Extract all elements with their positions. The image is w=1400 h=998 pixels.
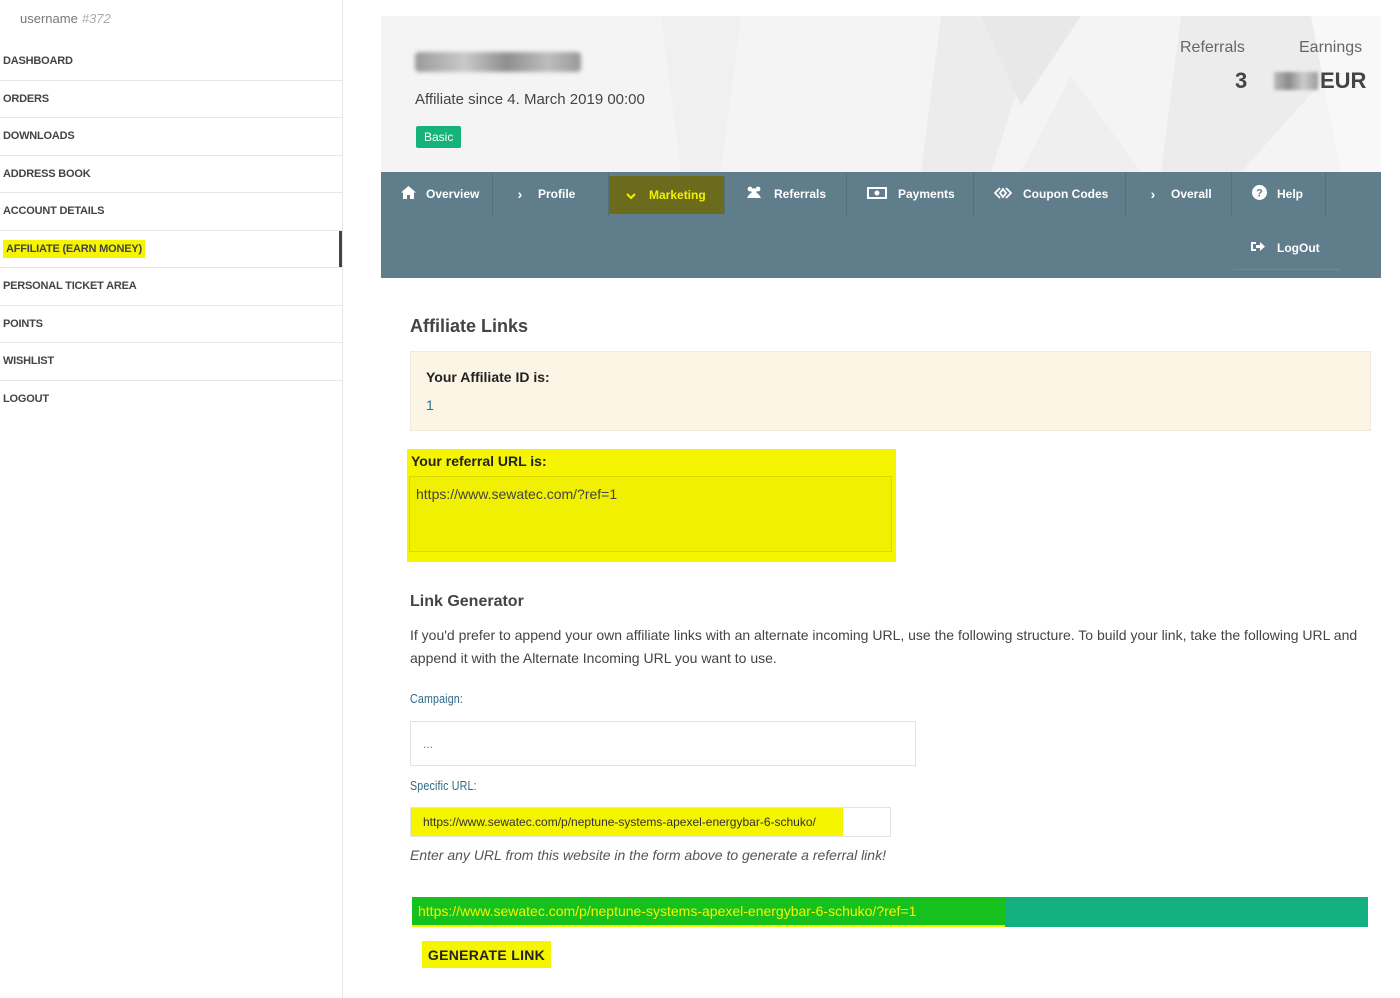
sidebar-item-label: WISHLIST	[3, 355, 54, 368]
sidebar-item-label: ORDERS	[3, 92, 49, 105]
user-id: #372	[81, 11, 111, 26]
tab-overall[interactable]: › Overall	[1126, 172, 1232, 216]
page: username #372 DASHBOARD ORDERS DOWNLOADS …	[0, 0, 1400, 998]
sidebar-item-label: AFFILIATE (EARN MONEY)	[3, 239, 145, 258]
earnings-value: EUR	[1274, 68, 1366, 94]
sidebar-item-logout[interactable]: LOGOUT	[0, 381, 342, 419]
referral-url-section: Your referral URL is: https://www.sewate…	[407, 449, 896, 562]
tab-label: Marketing	[649, 188, 706, 202]
users-icon	[745, 186, 763, 202]
sidebar-item-address-book[interactable]: ADDRESS BOOK	[0, 156, 342, 193]
referrals-label: Referrals	[1180, 39, 1245, 56]
referrals-value: 3	[1235, 68, 1248, 93]
account-sidebar: username #372 DASHBOARD ORDERS DOWNLOADS …	[0, 0, 343, 998]
generated-link-value: https://www.sewatec.com/p/neptune-system…	[412, 897, 1005, 927]
link-generator-description: If you'd prefer to append your own affil…	[410, 627, 1358, 666]
tab-overview[interactable]: Overview	[381, 172, 493, 216]
tab-payments[interactable]: Payments	[847, 172, 974, 216]
sidebar-item-label: ACCOUNT DETAILS	[3, 205, 105, 218]
tab-label: Overview	[426, 187, 480, 201]
sidebar-item-wishlist[interactable]: WISHLIST	[0, 343, 342, 381]
code-icon	[993, 186, 1013, 202]
money-icon	[867, 186, 887, 202]
affiliate-id-label: Your Affiliate ID is:	[426, 369, 550, 385]
link-generator-title: Link Generator	[410, 593, 524, 610]
specific-url-label: Specific URL:	[410, 778, 477, 793]
chevron-right-icon: ›	[517, 186, 523, 202]
sidebar-item-label: DASHBOARD	[3, 55, 73, 68]
tab-profile[interactable]: › Profile	[493, 172, 609, 216]
affiliate-nav: Overview › Profile Marketing Referrals P…	[381, 172, 1381, 278]
sidebar-item-label: DOWNLOADS	[3, 130, 75, 143]
affiliate-id-value: 1	[426, 397, 434, 413]
tab-coupon-codes[interactable]: Coupon Codes	[974, 172, 1126, 216]
user-label: username #372	[20, 11, 111, 26]
chevron-down-icon	[624, 187, 638, 203]
svg-text:?: ?	[1256, 188, 1263, 200]
referral-url-field[interactable]: https://www.sewatec.com/?ref=1	[409, 476, 892, 552]
sidebar-item-affiliate[interactable]: AFFILIATE (EARN MONEY)	[0, 230, 342, 268]
tab-label: Overall	[1171, 187, 1212, 201]
earnings-label: Earnings	[1299, 39, 1363, 56]
sidebar-item-ticket-area[interactable]: PERSONAL TICKET AREA	[0, 268, 342, 306]
sidebar-item-dashboard[interactable]: DASHBOARD	[0, 43, 342, 81]
nav-logout[interactable]: LogOut	[1233, 226, 1340, 270]
sidebar-item-points[interactable]: POINTS	[0, 306, 342, 343]
sidebar-item-label: POINTS	[3, 317, 43, 330]
tab-marketing[interactable]: Marketing	[609, 176, 725, 214]
specific-url-input[interactable]: https://www.sewatec.com/p/neptune-system…	[410, 807, 891, 837]
affiliate-links-title: Affiliate Links	[410, 316, 529, 336]
sidebar-item-account-details[interactable]: ACCOUNT DETAILS	[0, 193, 342, 231]
logout-label: LogOut	[1277, 240, 1320, 255]
earnings-currency: EUR	[1320, 68, 1367, 93]
tab-label: Payments	[898, 187, 955, 201]
affiliate-header: Affiliate since 4. March 2019 00:00 Basi…	[381, 16, 1381, 172]
username: username	[20, 11, 78, 26]
specific-url-hint: Enter any URL from this website in the f…	[410, 847, 886, 863]
affiliate-name-blurred	[415, 52, 581, 72]
campaign-input[interactable]	[410, 721, 916, 766]
tier-badge: Basic	[416, 126, 462, 148]
sidebar-item-label: ADDRESS BOOK	[3, 167, 91, 180]
sign-out-icon	[1250, 240, 1266, 256]
affiliate-since: Affiliate since 4. March 2019 00:00	[415, 91, 645, 108]
tab-label: Help	[1277, 187, 1304, 201]
affiliate-id-box: Your Affiliate ID is: 1	[410, 351, 1371, 431]
sidebar-item-orders[interactable]: ORDERS	[0, 81, 342, 118]
tab-label: Referrals	[774, 187, 827, 201]
sidebar-item-label: LOGOUT	[3, 393, 49, 406]
generate-link-button[interactable]: GENERATE LINK	[422, 941, 551, 968]
chevron-right-icon: ›	[1150, 186, 1156, 202]
tab-referrals[interactable]: Referrals	[725, 172, 847, 216]
tab-help[interactable]: ? Help	[1232, 172, 1326, 216]
home-icon	[401, 186, 416, 202]
specific-url-value: https://www.sewatec.com/p/neptune-system…	[411, 808, 843, 836]
tab-label: Coupon Codes	[1023, 187, 1109, 201]
question-circle-icon: ?	[1252, 185, 1267, 203]
generated-link-field[interactable]: https://www.sewatec.com/p/neptune-system…	[412, 897, 1368, 927]
earnings-amount-blurred	[1274, 72, 1318, 90]
sidebar-item-downloads[interactable]: DOWNLOADS	[0, 118, 342, 156]
sidebar-menu: DASHBOARD ORDERS DOWNLOADS ADDRESS BOOK …	[0, 43, 342, 418]
tab-label: Profile	[538, 187, 576, 201]
referral-url-label: Your referral URL is:	[411, 453, 547, 469]
sidebar-item-label: PERSONAL TICKET AREA	[3, 280, 137, 293]
campaign-label: Campaign:	[410, 691, 464, 706]
